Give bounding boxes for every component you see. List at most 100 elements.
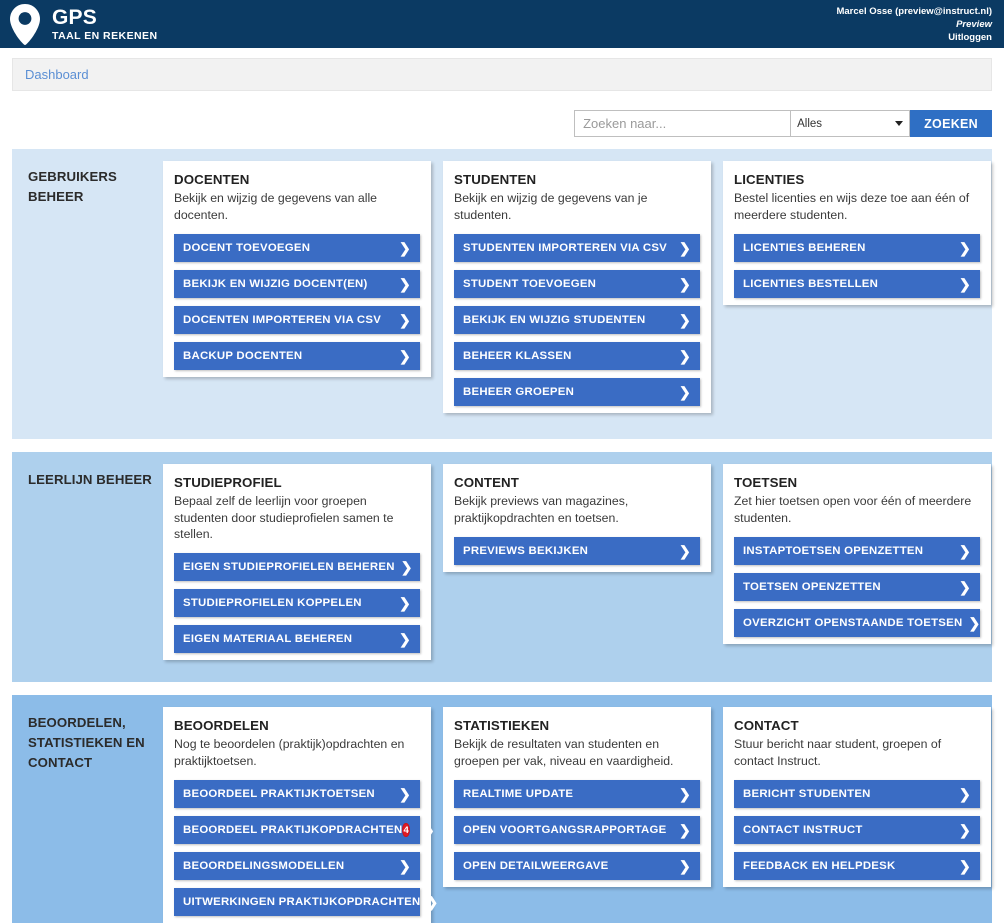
card-action-button[interactable]: BEHEER GROEPEN ❯ [454,378,700,406]
card-action-button[interactable]: BEOORDEEL PRAKTIJKOPDRACHTEN 4 ❯ [174,816,435,845]
card-action-button[interactable]: DOCENTEN IMPORTEREN VIA CSV ❯ [174,306,420,334]
card-title: DOCENTEN [174,172,250,187]
card-action-button[interactable]: BEOORDEEL PRAKTIJKTOETSEN ❯ [174,780,420,809]
dashboard-section: GEBRUIKERS BEHEER DOCENTEN Bekijk en wijzi… [12,149,992,439]
chevron-right-icon: ❯ [400,559,413,576]
logout-link[interactable]: Uitloggen [836,32,992,45]
card-action-button[interactable]: REALTIME UPDATE ❯ [454,780,700,809]
card-action-label: DOCENT TOEVOEGEN [183,242,311,254]
card-action-button[interactable]: PREVIEWS BEKIJKEN ❯ [454,537,700,565]
card-description: Zet hier toetsen open voor één of meerde… [734,494,972,525]
card-action-button[interactable]: STUDENTEN IMPORTEREN VIA CSV ❯ [454,234,700,262]
card-action-label: BERICHT STUDENTEN [743,788,871,801]
chevron-right-icon: ❯ [399,348,411,364]
card-action-button[interactable]: OPEN DETAILWEERGAVE ❯ [454,852,700,881]
dashboard-card: STUDIEPROFIEL Bepaal zelf de leerlijn voo… [163,464,431,661]
card-title: BEOORDELEN [174,718,269,734]
card-action-button[interactable]: FEEDBACK EN HELPDESK ❯ [734,852,980,881]
card-action-button[interactable]: BEKIJK EN WIJZIG DOCENT(EN) ❯ [174,270,420,298]
card-action-label: BEKIJK EN WIJZIG DOCENT(EN) [183,278,368,290]
breadcrumb-container: Dashboard [0,48,1004,91]
card-action-button[interactable]: INSTAPTOETSEN OPENZETTEN ❯ [734,537,980,565]
card-title: LICENTIES [734,172,805,187]
chevron-right-icon: ❯ [959,240,971,256]
card-action-button[interactable]: OVERZICHT OPENSTAANDE TOETSEN ❯ [734,609,980,637]
section-title: GEBRUIKERS BEHEER [28,169,117,204]
dashboard-card: STATISTIEKEN Bekijk de resultaten van stu… [443,707,711,888]
card-title: CONTACT [734,718,799,734]
card-action-button[interactable]: BACKUP DOCENTEN ❯ [174,342,420,370]
card-action-button[interactable]: BERICHT STUDENTEN ❯ [734,780,980,809]
card-action-button[interactable]: OPEN VOORTGANGSRAPPORTAGE ❯ [454,816,700,845]
dashboard-card: DOCENTEN Bekijk en wijzig de gegevens van… [163,161,431,377]
card-action-label: BEHEER KLASSEN [463,350,572,362]
card-action-button[interactable]: LICENTIES BESTELLEN ❯ [734,270,980,298]
card-action-label: FEEDBACK EN HELPDESK [743,860,896,873]
card-action-button[interactable]: STUDIEPROFIELEN KOPPELEN ❯ [174,589,420,618]
card-action-button[interactable]: STUDENT TOEVOEGEN ❯ [454,270,700,298]
chevron-right-icon: ❯ [959,822,971,839]
chevron-right-icon: ❯ [679,240,691,256]
card-action-label: OPEN VOORTGANGSRAPPORTAGE [463,824,667,837]
chevron-right-icon: ❯ [399,240,411,256]
card-description: Bekijk en wijzig de gegevens van je stud… [454,191,648,222]
card-action-label: LICENTIES BEHEREN [743,242,866,254]
card-action-button[interactable]: CONTACT INSTRUCT ❯ [734,816,980,845]
chevron-right-icon: ❯ [679,858,691,875]
chevron-right-icon: ❯ [679,312,691,328]
chevron-right-icon: ❯ [399,595,411,612]
chevron-right-icon: ❯ [679,543,691,559]
card-title: STUDENTEN [454,172,537,187]
brand-logo[interactable]: GPS TAAL EN REKENEN [8,1,158,47]
chevron-right-icon: ❯ [679,384,691,400]
chevron-right-icon: ❯ [399,858,411,875]
dashboard-card: STUDENTEN Bekijk en wijzig de gegevens va… [443,161,711,413]
search-input[interactable] [574,110,791,137]
dashboard-card: LICENTIES Bestel licenties en wijs deze t… [723,161,991,305]
search-button[interactable]: ZOEKEN [910,110,992,137]
search-filter-select[interactable]: Alles [790,110,911,137]
card-action-button[interactable]: LICENTIES BEHEREN ❯ [734,234,980,262]
card-action-button[interactable]: TOETSEN OPENZETTEN ❯ [734,573,980,601]
card-description: Stuur bericht naar student, groepen of c… [734,737,942,768]
card-title: CONTENT [454,475,519,490]
preview-label: Preview [956,18,992,30]
user-name: Marcel Osse (preview@instruct.nl) [836,6,992,17]
card-description: Bekijk en wijzig de gegevens van alle do… [174,191,378,222]
card-action-label: BEHEER GROEPEN [463,386,575,398]
breadcrumb-item-dashboard[interactable]: Dashboard [25,67,89,82]
card-action-label: EIGEN STUDIEPROFIELEN BEHEREN [183,561,395,574]
card-title: STUDIEPROFIEL [174,475,282,490]
chevron-right-icon: ❯ [399,312,411,328]
card-action-button[interactable]: EIGEN STUDIEPROFIELEN BEHEREN ❯ [174,553,420,582]
card-action-label: REALTIME UPDATE [463,788,574,801]
card-action-label: BEOORDEEL PRAKTIJKTOETSEN [183,788,375,801]
card-action-button[interactable]: BEKIJK EN WIJZIG STUDENTEN ❯ [454,306,700,334]
dashboard-sections: GEBRUIKERS BEHEER DOCENTEN Bekijk en wijzi… [0,149,1004,923]
dashboard-card: BEOORDELEN Nog te beoordelen (praktijk)op… [163,707,438,923]
dashboard-card: CONTENT Bekijk previews van magazines, pr… [443,464,711,572]
chevron-right-icon: ❯ [679,276,691,292]
chevron-right-icon: ❯ [679,822,691,839]
card-action-label: UITWERKINGEN PRAKTIJKOPDRACHTEN [183,896,421,909]
card-list: BEOORDELEN Nog te beoordelen (praktijk)op… [163,707,992,923]
chevron-down-icon [895,121,904,126]
card-action-button[interactable]: BEOORDELINGSMODELLEN ❯ [174,852,420,881]
card-action-button[interactable]: EIGEN MATERIAAL BEHEREN ❯ [174,625,420,654]
card-action-label: OVERZICHT OPENSTAANDE TOETSEN [743,617,963,629]
brand-title: GPS [52,5,97,29]
card-action-label: INSTAPTOETSEN OPENZETTEN [743,545,924,557]
card-action-label: OPEN DETAILWEERGAVE [463,860,609,873]
card-action-button[interactable]: BEHEER KLASSEN ❯ [454,342,700,370]
card-action-label: BEOORDELINGSMODELLEN [183,860,345,873]
chevron-right-icon: ❯ [399,631,411,648]
card-action-button[interactable]: DOCENT TOEVOEGEN ❯ [174,234,420,262]
brand-subtitle: TAAL EN REKENEN [52,29,158,42]
breadcrumb: Dashboard [12,58,992,91]
notification-badge: 4 [402,823,410,838]
search-filter-value: Alles [797,117,823,130]
card-action-label: BEKIJK EN WIJZIG STUDENTEN [463,314,646,326]
card-action-button[interactable]: UITWERKINGEN PRAKTIJKOPDRACHTEN ❯ [174,888,438,917]
chevron-right-icon: ❯ [968,615,981,631]
card-description: Bekijk previews van magazines, praktijko… [454,494,629,525]
